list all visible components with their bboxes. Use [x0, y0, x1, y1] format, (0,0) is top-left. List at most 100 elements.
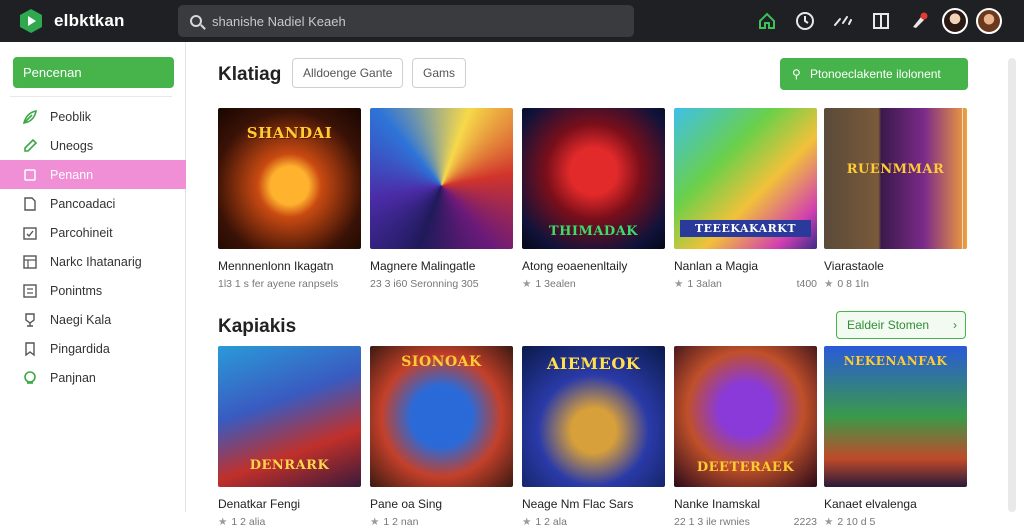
sidebar-item-parcohineit[interactable]: Parcohineit: [0, 218, 186, 247]
thumbnail-title: DENRARK: [249, 458, 330, 473]
section-title: Kapiakis: [218, 316, 297, 337]
thumbnail-title: THIMADAK: [548, 224, 639, 239]
game-title[interactable]: Kanaet elvalenga: [824, 497, 967, 511]
game-meta: 22 1 3 ile rwnies 2223: [674, 516, 817, 528]
sidebar-item-pancoadaci[interactable]: Pancoadaci: [0, 189, 186, 218]
controller-icon[interactable]: [824, 5, 862, 37]
star-icon: ★: [824, 278, 834, 290]
game-title[interactable]: Atong eoaenenltaily: [522, 259, 665, 273]
sidebar: Pencenan Peoblik Uneogs Penann Pancoadac…: [0, 42, 186, 512]
star-icon: ★: [218, 516, 228, 528]
game-thumbnail[interactable]: TEEEKAKARKT: [674, 108, 817, 249]
grid-icon: [22, 254, 38, 270]
trophy-icon: [22, 312, 38, 328]
game-thumbnail[interactable]: SHANDAI: [218, 108, 361, 249]
game-thumbnail[interactable]: AIEMEOK: [522, 346, 665, 487]
sidebar-divider: [10, 96, 172, 97]
user-icon: ⚲: [792, 67, 801, 81]
sidebar-item-panjnan[interactable]: Panjnan: [0, 363, 186, 392]
search-bar[interactable]: [178, 5, 634, 37]
row-scrollbar[interactable]: [962, 108, 972, 249]
leaf-icon: [22, 109, 38, 125]
sidebar-primary-button[interactable]: Pencenan: [13, 57, 174, 88]
game-title[interactable]: Magnere Malingatle: [370, 259, 513, 273]
game-thumbnail[interactable]: [370, 108, 513, 249]
sidebar-item-penann[interactable]: Penann: [0, 160, 186, 189]
game-card[interactable]: RUENMMAR Viarastaole ★ 0 8 1ln: [824, 108, 967, 290]
game-thumbnail[interactable]: DEETERAEK: [674, 346, 817, 487]
game-thumbnail[interactable]: DENRARK: [218, 346, 361, 487]
section-action-button[interactable]: Ealdeir Stomen ›: [836, 311, 966, 339]
game-meta: ★ 1 2 alia: [218, 516, 266, 528]
filter-chip[interactable]: Gams: [412, 58, 467, 88]
sidebar-item-label: Naegi Kala: [50, 312, 112, 327]
support-icon: [22, 370, 38, 386]
thumbnail-title: TEEEKAKARKT: [680, 220, 811, 237]
thumbnail-title: SHANDAI: [246, 124, 333, 142]
section-title: Klatiag: [218, 64, 282, 85]
notification-icon[interactable]: [900, 5, 938, 37]
star-icon: ★: [824, 516, 834, 528]
sidebar-item-narkc[interactable]: Narkc Ihatanarig: [0, 247, 186, 276]
thumbnail-title: SIONOAK: [401, 354, 482, 370]
game-title[interactable]: Nanke Inamskal: [674, 497, 817, 511]
sidebar-item-uneogs[interactable]: Uneogs: [0, 131, 186, 160]
thumbnail-title: AIEMEOK: [546, 354, 641, 373]
game-title[interactable]: Neage Nm Flac Sars: [522, 497, 665, 511]
sidebar-item-pingardida[interactable]: Pingardida: [0, 334, 186, 363]
filter-chip[interactable]: Alldoenge Gante: [292, 58, 404, 88]
section-action-button[interactable]: ⚲ Ptonoeclakente ilolonent: [780, 58, 968, 90]
user-avatar[interactable]: [942, 8, 968, 34]
game-card[interactable]: DENRARK Denatkar Fengi ★ 1 2 alia: [218, 346, 361, 528]
bookmark-icon: [22, 341, 38, 357]
sidebar-nav: Peoblik Uneogs Penann Pancoadaci Parcohi…: [0, 102, 186, 392]
star-icon: ★: [674, 278, 684, 290]
sidebar-item-naegi-kala[interactable]: Naegi Kala: [0, 305, 186, 334]
sidebar-item-label: Parcohineit: [50, 225, 113, 240]
game-meta: ★ 1 3alan t400: [674, 278, 817, 290]
list-icon: [22, 283, 38, 299]
library-icon[interactable]: [862, 5, 900, 37]
game-title[interactable]: Denatkar Fengi: [218, 497, 361, 511]
game-title[interactable]: Mennnenlonn Ikagatn: [218, 259, 361, 273]
game-thumbnail[interactable]: SIONOAK: [370, 346, 513, 487]
game-card[interactable]: SIONOAK Pane oa Sing ★ 1 2 nan: [370, 346, 513, 528]
game-thumbnail[interactable]: THIMADAK: [522, 108, 665, 249]
sidebar-item-label: Pingardida: [50, 341, 110, 356]
game-card[interactable]: SHANDAI Mennnenlonn Ikagatn 1l3 1 s fer …: [218, 108, 361, 290]
game-title[interactable]: Pane oa Sing: [370, 497, 513, 511]
button-label: Ptonoeclakente ilolonent: [810, 67, 941, 81]
sidebar-item-peoblik[interactable]: Peoblik: [0, 102, 186, 131]
star-icon: ★: [522, 278, 532, 290]
game-thumbnail[interactable]: NEKENANFAK: [824, 346, 967, 487]
game-card[interactable]: NEKENANFAK Kanaet elvalenga ★ 2 10 d 5: [824, 346, 967, 528]
search-icon: [190, 15, 202, 27]
calendar-icon: [22, 225, 38, 241]
button-label: Ealdeir Stomen: [847, 318, 930, 332]
game-card[interactable]: TEEEKAKARKT Nanlan a Magia ★ 1 3alan t400: [674, 108, 817, 290]
game-thumbnail[interactable]: RUENMMAR: [824, 108, 967, 249]
thumbnail-title: NEKENANFAK: [843, 354, 948, 368]
app-logo[interactable]: elbktkan: [18, 8, 178, 34]
game-meta: ★ 1 2 nan: [370, 516, 419, 528]
game-meta: 1l3 1 s fer ayene ranpsels: [218, 278, 339, 290]
game-title[interactable]: Viarastaole: [824, 259, 967, 273]
game-title[interactable]: Nanlan a Magia: [674, 259, 817, 273]
main-content: Klatiag Alldoenge Gante Gams ⚲ Ptonoecla…: [198, 42, 992, 528]
sidebar-item-label: Peoblik: [50, 109, 91, 124]
sidebar-item-ponintms[interactable]: Ponintms: [0, 276, 186, 305]
sidebar-item-label: Ponintms: [50, 283, 103, 298]
game-meta: 23 3 i60 Seronning 305: [370, 278, 479, 290]
search-input[interactable]: [212, 13, 612, 29]
sidebar-item-label: Uneogs: [50, 138, 94, 153]
clock-icon[interactable]: [786, 5, 824, 37]
game-card[interactable]: Magnere Malingatle 23 3 i60 Seronning 30…: [370, 108, 513, 290]
game-card[interactable]: AIEMEOK Neage Nm Flac Sars ★ 1 2 ala: [522, 346, 665, 528]
game-meta: ★ 1 3ealen: [522, 278, 576, 290]
home-icon[interactable]: [748, 5, 786, 37]
game-card[interactable]: DEETERAEK Nanke Inamskal 22 1 3 ile rwni…: [674, 346, 817, 528]
chevron-right-icon: ›: [953, 318, 957, 332]
profile-avatar[interactable]: [976, 8, 1002, 34]
game-card[interactable]: THIMADAK Atong eoaenenltaily ★ 1 3ealen: [522, 108, 665, 290]
page-scrollbar[interactable]: [1008, 58, 1016, 512]
